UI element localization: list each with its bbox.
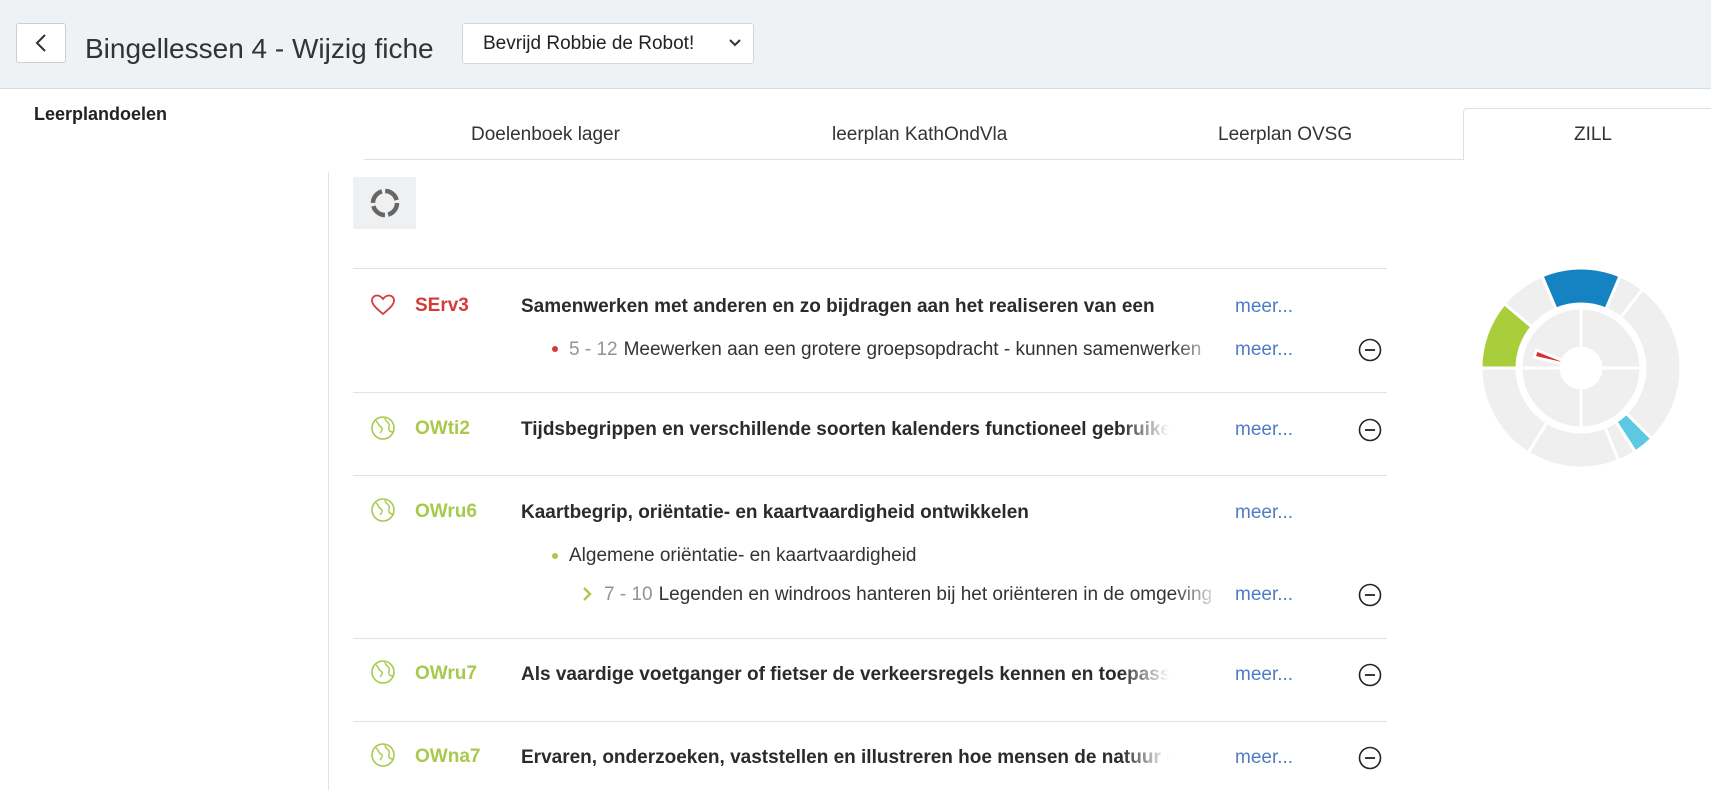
page-title: Bingellessen 4 - Wijzig fiche xyxy=(85,33,434,64)
refresh-icon xyxy=(370,188,399,218)
remove-icon[interactable] xyxy=(1358,583,1382,607)
goal-code: OWru7 xyxy=(415,663,477,684)
refresh-button[interactable] xyxy=(353,177,416,229)
content-divider xyxy=(328,172,329,790)
sidebar-title: Leerplandoelen xyxy=(34,104,168,124)
goal-title: Als vaardige voetganger of fietser de ve… xyxy=(521,664,1181,686)
zill-wheel xyxy=(1479,266,1683,470)
heart-icon xyxy=(371,294,395,316)
bullet-dot xyxy=(552,346,558,352)
chevron-left-icon xyxy=(35,34,46,52)
more-link[interactable]: meer... xyxy=(1235,502,1293,524)
tab-zill[interactable]: ZILL xyxy=(1463,108,1711,160)
goal-title: Kaartbegrip, oriëntatie- en kaartvaardig… xyxy=(521,502,1029,523)
row-divider xyxy=(353,638,1387,639)
sub-goal: 5 - 12 Meewerken aan een grotere groepsop… xyxy=(569,339,1233,361)
remove-icon[interactable] xyxy=(1358,338,1382,362)
tab-leerplan-kathondvla[interactable]: leerplan KathOndVla xyxy=(832,124,1007,146)
sub-goal-text: Legenden en windroos hanteren bij het or… xyxy=(658,584,1213,605)
back-button[interactable] xyxy=(16,23,66,63)
goal-category: Algemene oriëntatie- en kaartvaardigheid xyxy=(569,545,917,566)
remove-icon[interactable] xyxy=(1358,418,1382,442)
bullet-dot xyxy=(552,553,558,559)
goal-title: Ervaren, onderzoeken, vaststellen en ill… xyxy=(521,747,1181,769)
row-divider xyxy=(353,721,1387,722)
goal-code: OWti2 xyxy=(415,418,470,439)
row-divider xyxy=(353,475,1387,476)
goal-title: Samenwerken met anderen en zo bijdragen … xyxy=(521,296,1155,317)
tab-doelenboek-lager[interactable]: Doelenboek lager xyxy=(471,124,620,146)
chevron-down-icon xyxy=(729,39,741,47)
more-link[interactable]: meer... xyxy=(1235,296,1293,318)
fiche-select[interactable]: Bevrijd Robbie de Robot! xyxy=(462,23,754,64)
goal-code: SErv3 xyxy=(415,295,469,316)
goal-title: Tijdsbegrippen en verschillende soorten … xyxy=(521,419,1181,441)
globe-icon xyxy=(371,660,395,684)
row-divider xyxy=(353,268,1387,269)
goal-code: OWna7 xyxy=(415,746,481,767)
sub-goal: 7 - 10 Legenden en windroos hanteren bij … xyxy=(604,584,1233,606)
chevron-right-icon xyxy=(583,587,592,601)
more-link[interactable]: meer... xyxy=(1235,664,1293,686)
more-link[interactable]: meer... xyxy=(1235,747,1293,769)
more-link[interactable]: meer... xyxy=(1235,339,1293,361)
remove-icon[interactable] xyxy=(1358,663,1382,687)
tab-divider xyxy=(364,159,1463,160)
more-link[interactable]: meer... xyxy=(1235,419,1293,441)
sub-goal-text: Meewerken aan een grotere groepsopdracht… xyxy=(623,339,1202,360)
header-bar: Bingellessen 4 - Wijzig fiche Bevrijd Ro… xyxy=(0,0,1711,89)
goal-code: OWru6 xyxy=(415,501,477,522)
fiche-select-value: Bevrijd Robbie de Robot! xyxy=(483,32,695,54)
globe-icon xyxy=(371,743,395,767)
curriculum-tabs: Doelenboek lager leerplan KathOndVla Lee… xyxy=(364,108,1711,160)
remove-icon[interactable] xyxy=(1358,746,1382,770)
age-range: 7 - 10 xyxy=(604,584,653,605)
row-divider xyxy=(353,392,1387,393)
tab-leerplan-ovsg[interactable]: Leerplan OVSG xyxy=(1218,124,1352,146)
globe-icon xyxy=(371,416,395,440)
age-range: 5 - 12 xyxy=(569,339,618,360)
globe-icon xyxy=(371,498,395,522)
more-link[interactable]: meer... xyxy=(1235,584,1293,606)
